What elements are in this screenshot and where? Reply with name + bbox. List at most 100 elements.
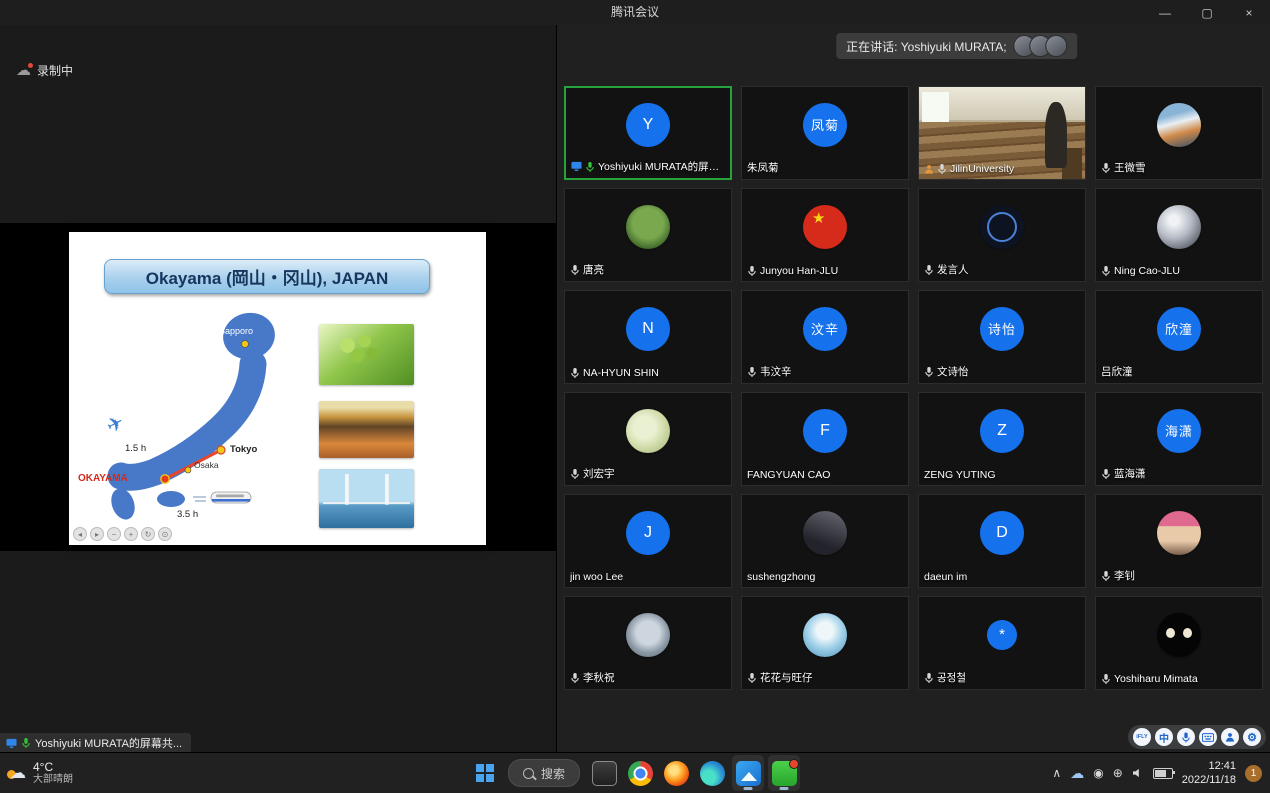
map-label-sapporo: Sapporo: [219, 326, 253, 336]
mic-icon[interactable]: [1177, 728, 1195, 746]
shared-slide: Okayama (岡山・冈山), JAPAN ✈: [69, 232, 486, 545]
participant-avatar: [980, 205, 1024, 249]
participant-label: JilinUniversity: [924, 163, 1014, 175]
app-window-capture[interactable]: [588, 755, 620, 791]
app-wechat[interactable]: [768, 755, 800, 791]
participant-tile-14[interactable]: FFANGYUAN CAO: [741, 392, 909, 486]
participant-tile-17[interactable]: Jjin woo Lee: [564, 494, 732, 588]
participant-tile-2[interactable]: 凤菊朱凤菊: [741, 86, 909, 180]
participant-avatar: ★: [803, 205, 847, 249]
weather-widget[interactable]: ☁ 4°C 大部晴朗: [10, 753, 73, 793]
participant-name: 刘宏宇: [583, 466, 615, 481]
slide-nav-button[interactable]: ↻: [141, 527, 155, 541]
participant-avatar: [626, 409, 670, 453]
taskbar-center: 搜索: [468, 753, 802, 793]
app-chrome[interactable]: [624, 755, 656, 791]
slide-title: Okayama (岡山・冈山), JAPAN: [104, 259, 430, 294]
app-media[interactable]: [732, 755, 764, 791]
participant-grid: YYoshiyuki MURATA的屏幕共...凤菊朱凤菊JilinUniver…: [564, 86, 1263, 690]
maximize-button[interactable]: ▢: [1186, 0, 1228, 25]
mic-icon: [937, 163, 947, 175]
window-app-icon: [592, 761, 617, 786]
close-button[interactable]: ×: [1228, 0, 1270, 25]
participant-name: Junyou Han-JLU: [760, 265, 838, 277]
system-tray: ∧ ☁ ◉ ⊕ 12:41 2022/11/18 1: [1052, 753, 1262, 793]
participant-tile-23[interactable]: *공정철: [918, 596, 1086, 690]
slide-nav-button[interactable]: +: [124, 527, 138, 541]
flag-star-icon: ★: [812, 211, 825, 226]
taskbar-search[interactable]: 搜索: [508, 759, 580, 787]
screen-share-icon: [571, 161, 582, 172]
slide-nav-button[interactable]: ◂: [73, 527, 87, 541]
mic-icon: [924, 672, 934, 684]
participant-tile-15[interactable]: ZZENG YUTING: [918, 392, 1086, 486]
weather-temp: 4°C: [33, 760, 73, 774]
minimize-button[interactable]: —: [1144, 0, 1186, 25]
participant-tile-3[interactable]: JilinUniversity: [918, 86, 1086, 180]
tray-network-icon[interactable]: ⊕: [1113, 766, 1123, 780]
weather-text: 4°C 大部晴朗: [33, 760, 73, 786]
participant-name: 朱凤菊: [747, 160, 779, 175]
tray-battery-icon[interactable]: [1153, 768, 1173, 779]
participant-name: 文诗怡: [937, 364, 969, 379]
participant-tile-21[interactable]: 李秋祝: [564, 596, 732, 690]
participant-tile-7[interactable]: 发言人: [918, 188, 1086, 282]
grapes-photo: [319, 324, 414, 385]
keyboard-icon[interactable]: [1199, 728, 1217, 746]
start-button[interactable]: [468, 756, 502, 790]
tray-eye-icon[interactable]: ◉: [1093, 766, 1103, 780]
person-icon[interactable]: [1221, 728, 1239, 746]
slide-nav-button[interactable]: ⊙: [158, 527, 172, 541]
windows-logo-icon: [475, 763, 495, 783]
ifly-logo-icon[interactable]: iFLY: [1133, 728, 1151, 746]
share-owner-pill[interactable]: Yoshiyuki MURATA的屏幕共...: [0, 733, 191, 753]
participant-tile-1[interactable]: YYoshiyuki MURATA的屏幕共...: [564, 86, 732, 180]
participant-tile-16[interactable]: 海潇蓝海潇: [1095, 392, 1263, 486]
participant-tile-24[interactable]: Yoshiharu Mimata: [1095, 596, 1263, 690]
participant-tile-8[interactable]: Ning Cao-JLU: [1095, 188, 1263, 282]
participant-tile-6[interactable]: ★ Junyou Han-JLU: [741, 188, 909, 282]
participant-tile-9[interactable]: NNA-HYUN SHIN: [564, 290, 732, 384]
participant-avatar: [803, 613, 847, 657]
tray-chevron-up-icon[interactable]: ∧: [1052, 766, 1061, 780]
participants-pane: 正在讲话: Yoshiyuki MURATA; YYoshiyuki MURAT…: [556, 25, 1270, 753]
participant-label: Junyou Han-JLU: [747, 265, 838, 277]
app-edge[interactable]: [696, 755, 728, 791]
participant-avatar: 海潇: [1157, 409, 1201, 453]
mic-icon: [570, 468, 580, 480]
slide-nav-button[interactable]: ▸: [90, 527, 104, 541]
participant-tile-18[interactable]: sushengzhong: [741, 494, 909, 588]
participant-avatar: [1157, 103, 1201, 147]
participant-label: 李秋祝: [570, 670, 615, 685]
participant-tile-19[interactable]: Ddaeun im: [918, 494, 1086, 588]
participant-name: 唐亮: [583, 262, 604, 277]
participant-tile-20[interactable]: 李钊: [1095, 494, 1263, 588]
gear-icon[interactable]: ⚙: [1243, 728, 1261, 746]
participant-tile-11[interactable]: 诗怡文诗怡: [918, 290, 1086, 384]
participant-tile-10[interactable]: 汶辛韦汶辛: [741, 290, 909, 384]
slide-nav-button[interactable]: −: [107, 527, 121, 541]
weather-icon: ☁: [10, 763, 26, 783]
tray-volume-icon[interactable]: [1132, 768, 1144, 778]
app-firefox[interactable]: [660, 755, 692, 791]
participant-name: jin woo Lee: [570, 571, 623, 583]
window-titlebar: 腾讯会议 — ▢ ×: [0, 0, 1270, 25]
participant-name: sushengzhong: [747, 571, 815, 583]
participant-tile-5[interactable]: 唐亮: [564, 188, 732, 282]
participant-tile-4[interactable]: 王微雪: [1095, 86, 1263, 180]
search-label: 搜索: [541, 765, 565, 782]
screen-share-icon: [6, 738, 17, 749]
participant-avatar: 凤菊: [803, 103, 847, 147]
participant-name: JilinUniversity: [950, 163, 1014, 175]
language-toggle-icon[interactable]: 中: [1155, 728, 1173, 746]
participant-tile-12[interactable]: 欣潼吕欣潼: [1095, 290, 1263, 384]
participant-label: 韦汶辛: [747, 364, 792, 379]
notification-badge[interactable]: 1: [1245, 765, 1262, 782]
tray-time: 12:41: [1182, 759, 1236, 773]
participant-tile-13[interactable]: 刘宏宇: [564, 392, 732, 486]
participant-label: 文诗怡: [924, 364, 969, 379]
tray-cloud-icon[interactable]: ☁: [1070, 765, 1084, 782]
participant-tile-22[interactable]: 花花与旺仔: [741, 596, 909, 690]
participant-name: daeun im: [924, 571, 967, 583]
tray-clock[interactable]: 12:41 2022/11/18: [1182, 759, 1236, 788]
